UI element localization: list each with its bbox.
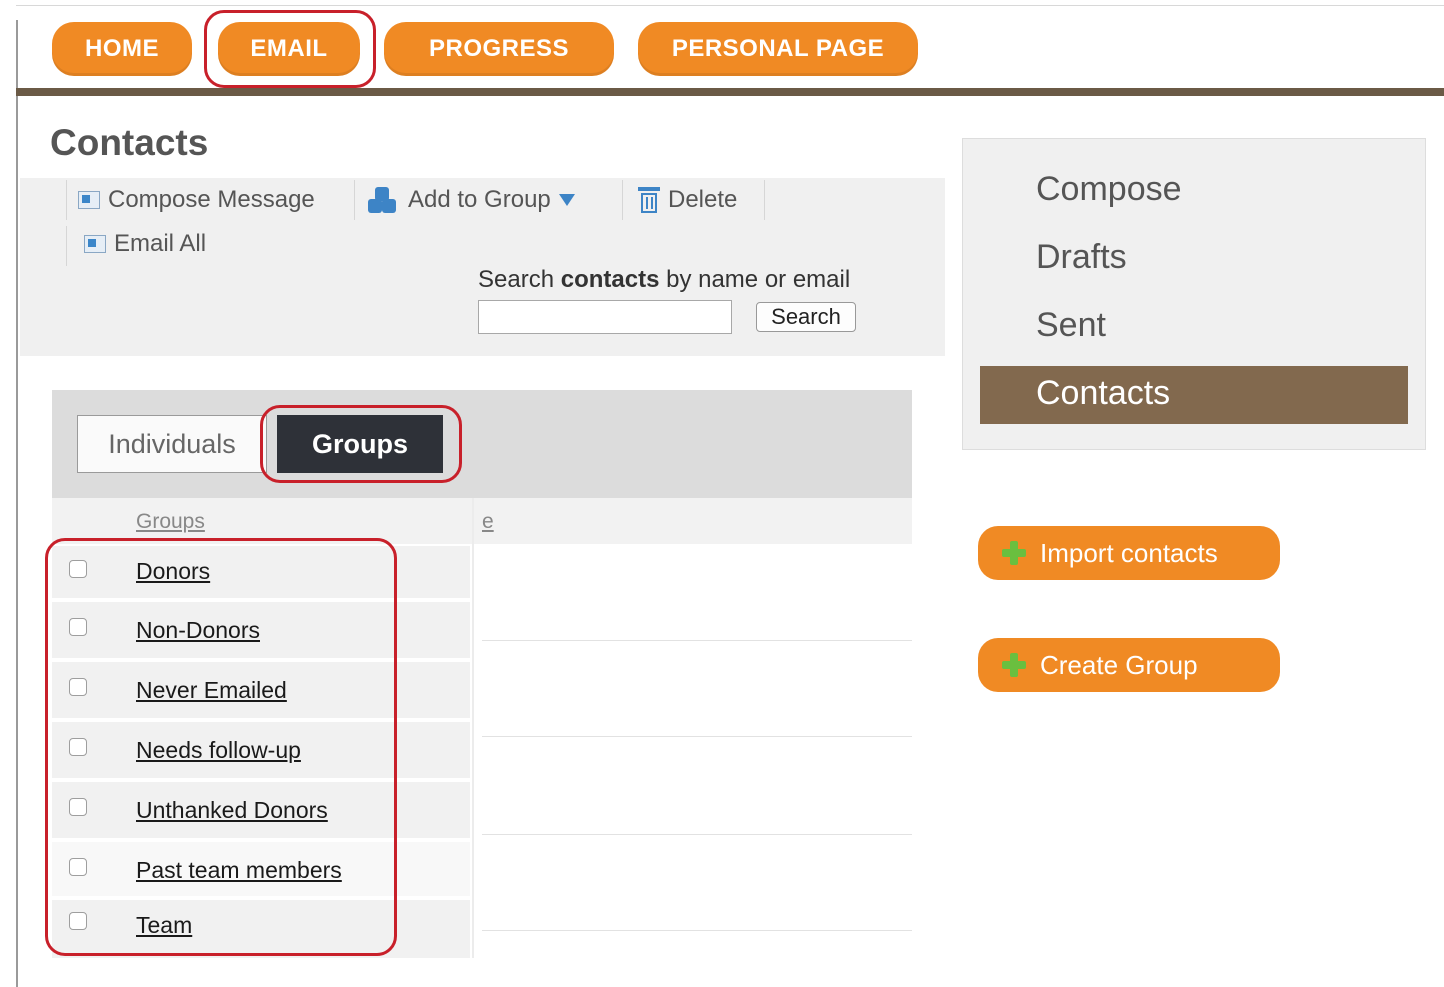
toolbar-divider bbox=[622, 180, 623, 220]
groups-list-highlight-outline bbox=[45, 538, 397, 956]
delete-button[interactable]: Delete bbox=[638, 186, 737, 214]
nav-personal-page-label: PERSONAL PAGE bbox=[671, 35, 885, 62]
add-to-group-button[interactable]: Add to Group bbox=[366, 186, 575, 214]
add-to-group-label: Add to Group bbox=[408, 186, 551, 213]
email-all-label: Email All bbox=[114, 230, 207, 257]
compose-message-button[interactable]: Compose Message bbox=[78, 186, 315, 214]
email-all-button[interactable]: Email All bbox=[84, 230, 206, 258]
toolbar-divider bbox=[354, 180, 355, 220]
groups-highlight-outline bbox=[260, 405, 462, 483]
nav-home-button[interactable]: HOME bbox=[52, 22, 192, 76]
row-separator bbox=[482, 834, 912, 835]
tab-individuals[interactable]: Individuals bbox=[77, 415, 267, 473]
search-label-suffix: by name or email bbox=[666, 266, 851, 293]
sidebar-item-contacts-label: Contacts bbox=[1036, 374, 1171, 412]
search-label-prefix: Search bbox=[478, 266, 555, 293]
row-separator bbox=[482, 640, 912, 641]
nav-progress-button[interactable]: PROGRESS bbox=[384, 22, 614, 76]
search-label: Search contacts by name or email bbox=[478, 266, 850, 294]
search-label-bold: contacts bbox=[560, 266, 660, 293]
compose-message-label: Compose Message bbox=[108, 186, 315, 213]
nav-home-label: HOME bbox=[85, 35, 159, 62]
row-separator bbox=[482, 930, 912, 931]
email-highlight-outline bbox=[204, 10, 376, 88]
toolbar-divider bbox=[66, 226, 67, 266]
toolbar-divider bbox=[66, 180, 67, 220]
sidebar-item-sent[interactable]: Sent bbox=[1036, 306, 1106, 345]
delete-label: Delete bbox=[668, 186, 738, 213]
search-button[interactable]: Search bbox=[756, 302, 856, 332]
import-contacts-button[interactable]: Import contacts bbox=[978, 526, 1280, 580]
nav-divider-bar bbox=[16, 88, 1444, 96]
create-group-button[interactable]: Create Group bbox=[978, 638, 1280, 692]
column-divider bbox=[472, 498, 474, 958]
column-header-groups[interactable]: Groups bbox=[136, 510, 205, 534]
search-input[interactable] bbox=[478, 300, 732, 334]
email-all-icon bbox=[84, 235, 106, 253]
toolbar-divider bbox=[764, 180, 765, 220]
compose-message-icon bbox=[78, 191, 100, 209]
nav-progress-label: PROGRESS bbox=[428, 35, 570, 62]
left-border bbox=[16, 20, 18, 987]
add-to-group-icon bbox=[366, 187, 400, 213]
create-group-label: Create Group bbox=[1040, 649, 1198, 680]
plus-icon bbox=[1002, 541, 1026, 565]
trash-icon bbox=[638, 187, 660, 213]
top-border bbox=[16, 5, 1444, 6]
chevron-down-icon[interactable] bbox=[558, 194, 575, 206]
sidebar-item-compose[interactable]: Compose bbox=[1036, 170, 1182, 209]
page-title: Contacts bbox=[50, 122, 209, 163]
nav-personal-page-button[interactable]: PERSONAL PAGE bbox=[638, 22, 918, 76]
sidebar-item-drafts[interactable]: Drafts bbox=[1036, 238, 1127, 277]
import-contacts-label: Import contacts bbox=[1040, 537, 1218, 568]
column-header-e[interactable]: e bbox=[482, 510, 494, 534]
row-separator bbox=[482, 736, 912, 737]
plus-icon bbox=[1002, 653, 1026, 677]
